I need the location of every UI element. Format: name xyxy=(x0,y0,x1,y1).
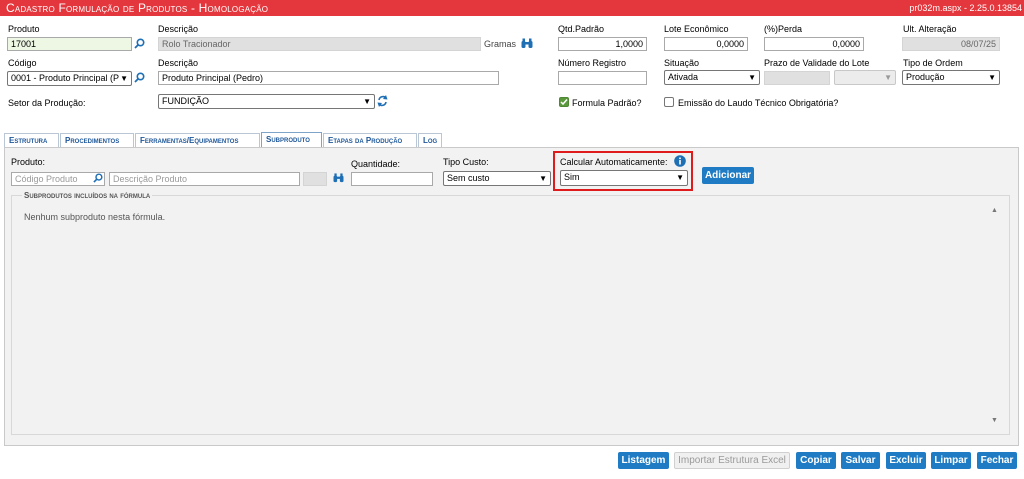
situacao-label: Situação xyxy=(664,58,700,68)
search-icon[interactable] xyxy=(93,173,103,183)
adicionar-button[interactable]: Adicionar xyxy=(702,167,754,184)
codigo-label: Código xyxy=(8,58,37,68)
group-title: Subprodutos incluídos na fórmula xyxy=(22,191,153,200)
chevron-down-icon: ▼ xyxy=(884,73,892,82)
lote-economico-input[interactable]: 0,0000 xyxy=(664,37,748,51)
search-icon[interactable] xyxy=(134,72,145,83)
tipo-ordem-select-value: Produção xyxy=(906,72,945,82)
tab-log[interactable]: Log xyxy=(418,133,442,147)
tipo-custo-select[interactable]: Sem custo ▼ xyxy=(443,171,551,186)
copiar-button[interactable]: Copiar xyxy=(796,452,836,469)
chevron-down-icon: ▼ xyxy=(120,74,128,83)
produto-sub-label: Produto: xyxy=(11,157,46,167)
calcular-highlight-box xyxy=(553,151,693,191)
binoculars-icon[interactable] xyxy=(521,38,533,49)
binoculars-icon[interactable] xyxy=(333,173,344,183)
perda-input[interactable]: 0,0000 xyxy=(764,37,864,51)
descricao-input: Rolo Tracionador xyxy=(158,37,481,51)
situacao-select-value: Ativada xyxy=(668,72,699,82)
refresh-icon[interactable] xyxy=(377,95,388,107)
scroll-up-icon[interactable]: ▲ xyxy=(991,207,998,214)
scroll-down-icon[interactable]: ▼ xyxy=(991,417,998,424)
setor-select[interactable]: FUNDIÇÃO ▼ xyxy=(158,94,375,109)
chevron-down-icon: ▼ xyxy=(748,73,756,82)
search-icon[interactable] xyxy=(134,38,145,49)
ult-alteracao-input: 08/07/25 xyxy=(902,37,1000,51)
unit-label: Gramas xyxy=(484,39,517,49)
tab-ferramentas[interactable]: Ferramentas/Equipamentos xyxy=(135,133,260,147)
codigo-produto-input[interactable]: Código Produto xyxy=(11,172,105,186)
perda-label: (%)Perda xyxy=(764,24,803,34)
produto-label: Produto xyxy=(8,24,40,34)
tab-subproduto[interactable]: Subproduto xyxy=(261,132,322,147)
unidade-input xyxy=(303,172,327,186)
check-icon xyxy=(560,99,568,106)
descricao-label: Descrição xyxy=(158,24,199,34)
numero-registro-input[interactable] xyxy=(558,71,647,85)
codigo-select[interactable]: 0001 - Produto Principal (P ▼ xyxy=(7,71,132,86)
fechar-button[interactable]: Fechar xyxy=(977,452,1017,469)
listagem-button[interactable]: Listagem xyxy=(618,452,669,469)
quantidade-label: Quantidade: xyxy=(351,159,401,169)
subprodutos-group xyxy=(11,195,1010,435)
lote-economico-label: Lote Econômico xyxy=(664,24,729,34)
setor-label: Setor da Produção: xyxy=(8,98,86,108)
version-label: pr032m.aspx - 2.25.0.13854 xyxy=(909,3,1022,13)
tipo-custo-label: Tipo Custo: xyxy=(443,157,489,167)
tipo-ordem-select[interactable]: Produção ▼ xyxy=(902,70,1000,85)
quantidade-input[interactable] xyxy=(351,172,433,186)
formula-padrao-checkbox[interactable] xyxy=(559,97,569,107)
descricao2-input[interactable]: Produto Principal (Pedro) xyxy=(158,71,499,85)
produto-input[interactable]: 17001 xyxy=(7,37,132,51)
importar-excel-button: Importar Estrutura Excel xyxy=(674,452,790,469)
setor-select-value: FUNDIÇÃO xyxy=(162,96,209,106)
excluir-button[interactable]: Excluir xyxy=(886,452,926,469)
codigo-produto-placeholder: Código Produto xyxy=(15,174,78,184)
salvar-button[interactable]: Salvar xyxy=(841,452,880,469)
prazo-validade-input xyxy=(764,71,830,85)
qtd-padrao-input[interactable]: 1,0000 xyxy=(558,37,647,51)
numero-registro-label: Número Registro xyxy=(558,58,627,68)
ult-alteracao-label: Ult. Alteração xyxy=(903,24,957,34)
tipo-ordem-label: Tipo de Ordem xyxy=(903,58,963,68)
tipo-custo-value: Sem custo xyxy=(447,173,490,183)
descricao-produto-input[interactable]: Descrição Produto xyxy=(109,172,300,186)
tab-estrutura[interactable]: Estrutura xyxy=(4,133,59,147)
emissao-laudo-checkbox[interactable] xyxy=(664,97,674,107)
emissao-laudo-label: Emissão do Laudo Técnico Obrigatória? xyxy=(678,98,839,108)
chevron-down-icon: ▼ xyxy=(988,73,996,82)
situacao-select[interactable]: Ativada ▼ xyxy=(664,70,760,85)
tab-procedimentos[interactable]: Procedimentos xyxy=(60,133,134,147)
empty-message: Nenhum subproduto nesta fórmula. xyxy=(24,212,166,222)
chevron-down-icon: ▼ xyxy=(539,174,547,183)
codigo-select-value: 0001 - Produto Principal (P xyxy=(11,73,120,83)
title-bar: Cadastro Formulação de Produtos - Homolo… xyxy=(0,0,1024,16)
formula-padrao-label: Formula Padrão? xyxy=(572,98,642,108)
prazo-validade-label: Prazo de Validade do Lote xyxy=(764,58,870,68)
limpar-button[interactable]: Limpar xyxy=(931,452,971,469)
descricao-produto-placeholder: Descrição Produto xyxy=(113,174,188,184)
tab-etapas-producao[interactable]: Etapas da Produção xyxy=(323,133,417,147)
descricao2-label: Descrição xyxy=(158,58,199,68)
window-title: Cadastro Formulação de Produtos - Homolo… xyxy=(6,1,269,15)
qtd-padrao-label: Qtd.Padrão xyxy=(558,24,605,34)
prazo-validade-select: ▼ xyxy=(834,70,896,85)
chevron-down-icon: ▼ xyxy=(363,97,371,106)
